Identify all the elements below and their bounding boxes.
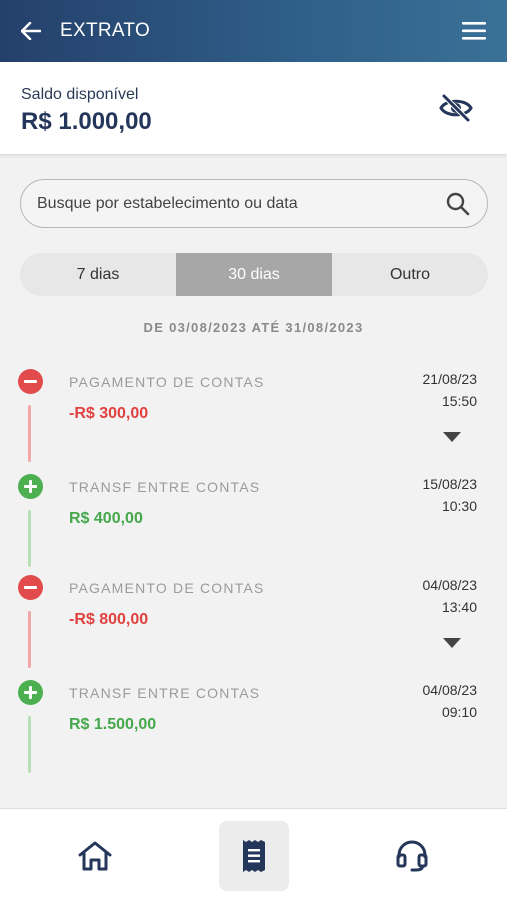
transaction-amount: -R$ 800,00 [69, 611, 149, 628]
timeline-line [28, 405, 31, 462]
balance-label: Saldo disponível [21, 86, 139, 103]
date-range-label: DE 03/08/2023 ATÉ 31/08/2023 [143, 320, 364, 335]
transaction-item[interactable]: PAGAMENTO DE CONTAS -R$ 800,00 04/08/23 … [0, 575, 507, 680]
debit-indicator [18, 575, 43, 600]
search-placeholder: Busque por estabelecimento ou data [37, 194, 298, 212]
search-input[interactable]: Busque por estabelecimento ou data [20, 179, 488, 228]
credit-indicator [18, 474, 43, 499]
expand-caret-icon[interactable] [443, 432, 461, 442]
tab-30-dias[interactable]: 30 dias [176, 253, 332, 296]
timeline-line [28, 510, 31, 567]
credit-indicator [18, 680, 43, 705]
balance-value: R$ 1.000,00 [21, 108, 152, 135]
receipt-icon [243, 840, 265, 872]
timeline-line [28, 611, 31, 668]
transaction-time: 09:10 [441, 704, 477, 720]
transaction-amount: -R$ 300,00 [69, 405, 149, 422]
transaction-time: 15:50 [441, 393, 477, 409]
transaction-date: 15/08/23 [422, 476, 478, 492]
transaction-amount: R$ 400,00 [69, 510, 143, 527]
minus-icon [24, 586, 37, 589]
transaction-description: PAGAMENTO DE CONTAS [69, 374, 265, 390]
search-icon[interactable] [445, 191, 471, 217]
transaction-time: 13:40 [441, 599, 477, 615]
debit-indicator [18, 369, 43, 394]
transaction-description: PAGAMENTO DE CONTAS [69, 580, 265, 596]
minus-icon [24, 380, 37, 383]
eye-slash-icon [439, 94, 473, 122]
transaction-date: 04/08/23 [422, 577, 478, 593]
tab-outro[interactable]: Outro [332, 253, 488, 296]
timeline-line [28, 716, 31, 773]
back-button[interactable] [20, 20, 42, 42]
hamburger-menu-icon [462, 22, 486, 40]
nav-statement-button[interactable] [219, 821, 289, 891]
balance-card: Saldo disponível R$ 1.000,00 [0, 62, 507, 155]
app-header: EXTRATO [0, 0, 507, 62]
transaction-time: 10:30 [441, 498, 477, 514]
transaction-item[interactable]: PAGAMENTO DE CONTAS -R$ 300,00 21/08/23 … [0, 369, 507, 474]
transaction-item[interactable]: TRANSF ENTRE CONTAS R$ 1.500,00 04/08/23… [0, 680, 507, 785]
expand-caret-icon[interactable] [443, 638, 461, 648]
headset-support-icon [396, 840, 428, 872]
transaction-description: TRANSF ENTRE CONTAS [69, 479, 261, 495]
transaction-description: TRANSF ENTRE CONTAS [69, 685, 261, 701]
bottom-navigation [0, 808, 507, 900]
period-selector: 7 dias 30 dias Outro [20, 253, 488, 296]
tab-7-dias[interactable]: 7 dias [20, 253, 176, 296]
nav-home-button[interactable] [60, 821, 130, 891]
page-title: EXTRATO [60, 20, 151, 41]
nav-support-button[interactable] [377, 821, 447, 891]
transaction-amount: R$ 1.500,00 [69, 716, 157, 733]
toggle-balance-visibility-button[interactable] [438, 94, 474, 122]
arrow-left-icon [21, 22, 41, 40]
transaction-date: 21/08/23 [422, 371, 478, 387]
plus-icon [24, 686, 37, 699]
menu-button[interactable] [461, 20, 487, 42]
home-icon [78, 841, 112, 871]
transaction-date: 04/08/23 [422, 682, 478, 698]
transaction-item[interactable]: TRANSF ENTRE CONTAS R$ 400,00 15/08/23 1… [0, 474, 507, 579]
plus-icon [24, 480, 37, 493]
